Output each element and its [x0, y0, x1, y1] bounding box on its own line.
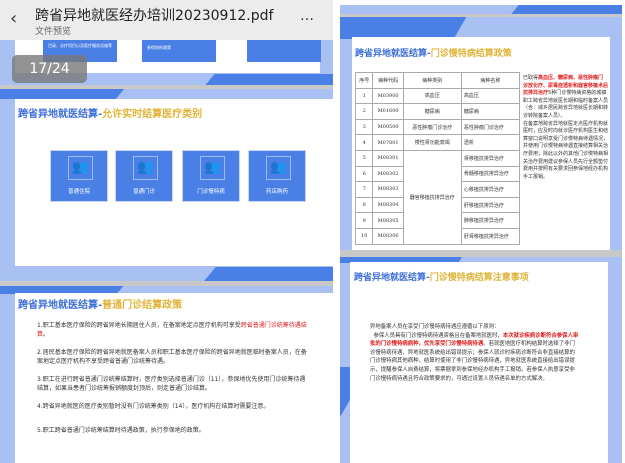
slide-title: 跨省异地就医结算-允许实时结算医疗类别 [18, 109, 203, 120]
users-icon: 👥 [200, 156, 225, 180]
users-icon: 👥 [266, 156, 291, 180]
more-icon[interactable]: … [300, 8, 315, 24]
table-row: 4 M07801 慢性肾功能衰竭 透析 [354, 134, 521, 151]
policy-item: 3.职工在进行跨省普通门诊统筹结算时，医疗类别选择普通门诊（11），参保地优先使… [37, 376, 306, 392]
page-indicator: 17/24 [12, 55, 87, 83]
table-row: 3 M00500 恶性肿瘤门诊治疗 恶性肿瘤门诊治疗 [354, 118, 521, 136]
slide-title: 跨省异地就医结算-普通门诊结算政策 [18, 300, 183, 311]
policy-item: 5.职工跨省普通门诊统筹结算时待遇政策，执行参保地的政策。 [37, 427, 205, 434]
slide-notes: 跨省异地就医结算-门诊慢特病结算注意事项 异地备案人员在享受门诊慢特病待遇应遵循… [340, 257, 622, 463]
notes-text: 异地备案人员在享受门诊慢特病待遇应遵循以下原则： 参保人员具有门诊慢特病待遇资格… [370, 324, 579, 382]
tile-pharmacy: 👥 药店购药 [248, 150, 306, 202]
policy-item: 4.跨省异地就医的医疗类别暂时没有门诊统筹类别（14），医疗机构在结算时需要注意… [37, 403, 270, 410]
tile-chronic: 👥 门诊慢特病 [182, 150, 240, 202]
slide-outpatient: 跨省异地就医结算-普通门诊结算政策 1.职工基本医疗保险的跨省异地长期居住人员，… [0, 286, 333, 463]
tile-outpatient: 👥 普通门诊 [115, 150, 173, 202]
file-subtitle: 文件预览 [35, 27, 72, 37]
chronic-note: 已取得高血压、糖尿病、恶性肿瘤门诊放化疗、尿毒症透析和器官移植术后抗排异治疗5种… [523, 75, 609, 180]
policy-item: 2.居民基本医疗保险的跨省异地就医备案人员和职工基本医疗保险的跨省异地就医临时备… [37, 349, 307, 365]
slide-title: 跨省异地就医结算-门诊慢特病结算注意事项 [354, 273, 529, 283]
slide-categories: 跨省异地就医结算-允许实时结算医疗类别 👥 普通住院 👥 普通门诊 👥 门诊慢特病 👥… [0, 89, 333, 281]
policy-item: 1.职工基本医疗保险的跨省异地长期居住人员，在备案地定点医疗机构可享受跨省普通门… [37, 322, 307, 338]
file-title: 跨省异地就医经办培训20230912.pdf [35, 8, 274, 24]
users-icon: 👥 [133, 156, 158, 180]
slide-title: 跨省异地就医结算-门诊慢特病结算政策 [355, 49, 512, 59]
disease-table: 序号 病种代码 病种类别 病种名称 1 M03900 高血压 高血压 2 M01600 糖尿病糖… [354, 72, 521, 245]
chevron-left-icon[interactable]: ‹ [10, 8, 17, 29]
prev-tile: 参保地的政策 [142, 40, 216, 62]
table-row: 1 M03900 高血压 高血压 [354, 87, 521, 105]
table-row: 2 M01600 糖尿病 糖尿病 [354, 103, 521, 120]
table-row: 5 M08301 器官移植抗排异治疗 肾移植抗排异治疗 [354, 149, 521, 245]
tile-inpatient: 👥 普通住院 [50, 150, 108, 202]
slide-chronic: 跨省异地就医结算-门诊慢特病结算政策 序号 病种代码 病种类别 病种名称 1 M0390… [340, 17, 622, 250]
users-icon: 👥 [68, 156, 93, 180]
